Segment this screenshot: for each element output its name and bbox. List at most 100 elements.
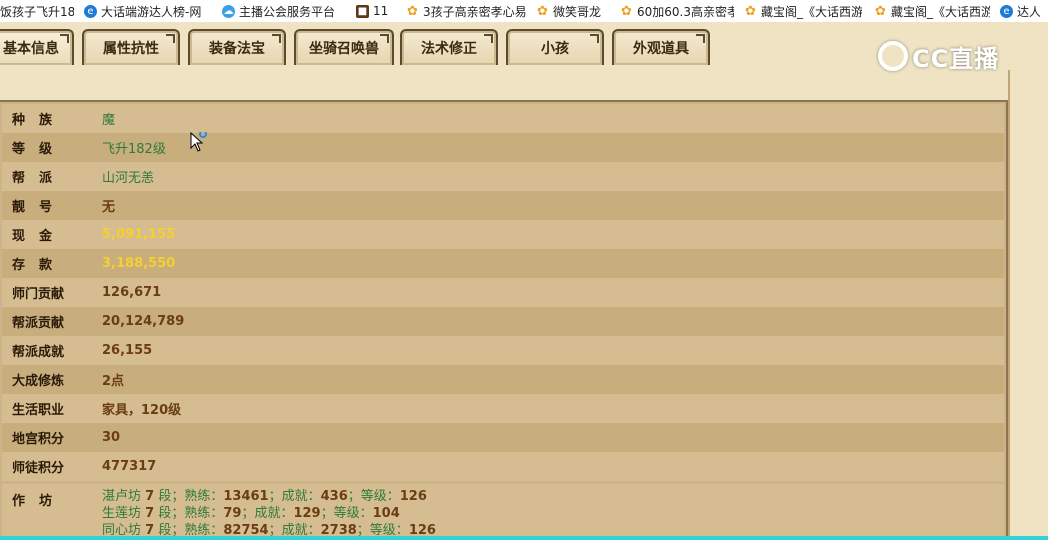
tab-mounts-pets[interactable]: 坐骑召唤兽 [294,29,394,65]
info-label: 帮派 [12,171,67,186]
info-row: 师徒积分 477317 [2,452,1004,481]
bookmark-item[interactable]: 饭孩子飞升18 [0,0,74,22]
info-label: 地宫积分 [12,432,65,447]
info-label: 存款 [12,258,67,273]
bookmark-label: 11 [373,4,389,18]
tab-equipment[interactable]: 装备法宝 [188,29,286,65]
workshop-achievement: 129 [293,506,321,521]
info-row: 帮派贡献 20,124,789 [2,307,1004,336]
browser-e-icon: e [84,4,97,18]
tab-label: 外观道具 [633,41,689,57]
info-row: 现金 5,091,155 [2,220,1004,249]
chick-icon: ✿ [621,3,632,19]
chick-icon: ✿ [407,3,418,19]
tab-attributes[interactable]: 属性抗性 [82,29,180,65]
tab-label: 属性抗性 [103,41,159,57]
info-label: 等级 [12,142,67,157]
info-value: 20,124,789 [102,314,185,329]
workshop-sep: ；成就： [241,506,294,521]
tab-appearance-items[interactable]: 外观道具 [612,29,710,65]
tab-label: 装备法宝 [209,41,265,57]
bookmark-item[interactable]: ✿ 微笑哥龙 [536,0,608,22]
info-row: 生活职业 家具，120级 [2,394,1004,423]
chick-icon: ✿ [537,3,548,19]
bookmark-label: 饭孩子飞升18 [0,4,74,19]
tab-label: 基本信息 [3,41,59,57]
info-row: 地宫积分 30 [2,423,1004,452]
workshop-grade: 126 [399,489,427,504]
info-row: 等级 飞升182级 [2,133,1004,162]
workshop-entry: 生莲坊 7 段；熟练：79；成就：129；等级：104 [102,505,436,522]
bookmark-label: 达人 [1017,4,1040,19]
deposit-value: 3,188,550 [102,256,176,271]
bookmark-label: 微笑哥龙 [553,4,602,19]
workshop-name: 湛卢坊 [102,489,142,504]
workshop-level: 7 [145,489,155,504]
info-label: 靓号 [12,200,67,215]
bookmark-item[interactable]: e 大话端游达人榜-网 [84,0,208,22]
info-label: 大成修炼 [12,374,65,389]
info-value: 2点 [102,374,125,389]
info-label: 种族 [12,113,67,128]
bookmark-label: 藏宝阁_《大话西游 [891,4,990,19]
info-row: 存款 3,188,550 [2,249,1004,278]
workshop-level: 7 [145,506,155,521]
logo-text: CC直播 [912,44,1000,73]
bookmark-label: 藏宝阁_《大话西游 [761,4,862,19]
bookmark-item[interactable]: ☁ 主播公会服务平台 [222,0,344,22]
bookmark-item[interactable]: ✿ 藏宝阁_《大话西游 [874,0,990,22]
info-row: 帮派成就 26,155 [2,336,1004,365]
workshop-list: 湛卢坊 7 段；熟练：13461；成就：436；等级：126 生莲坊 7 段；熟… [102,488,436,539]
info-row: 大成修炼 2点 [2,365,1004,394]
tab-children[interactable]: 小孩 [506,29,604,65]
info-value: 30 [102,430,121,445]
workshop-entry: 湛卢坊 7 段；熟练：13461；成就：436；等级：126 [102,488,436,505]
info-label: 生活职业 [12,403,65,418]
info-label: 师徒积分 [12,461,65,476]
info-row: 帮派 山河无恙 [2,162,1004,191]
bookmark-item[interactable]: ✿ 3孩子高亲密孝心易 [406,0,526,22]
workshop-row: 作坊 湛卢坊 7 段；熟练：13461；成就：436；等级：126 生莲坊 7 … [2,484,1004,540]
game-icon: ■ [356,4,369,18]
bookmark-label: 大话端游达人榜-网 [101,4,202,19]
browser-e-icon: e [1000,4,1013,18]
workshop-achievement: 436 [320,489,348,504]
info-row: 师门贡献 126,671 [2,278,1004,307]
workshop-name: 生莲坊 [102,506,142,521]
chick-icon: ✿ [745,3,756,19]
info-value: 魔 [102,113,116,128]
basic-info-panel: 种族 魔 等级 飞升182级 帮派 山河无恙 靓号 无 现金 5,091,155… [0,100,1008,540]
info-value: 山河无恙 [102,171,155,186]
bookmark-item[interactable]: ✿ 60加60.3高亲密孝 [620,0,734,22]
info-label: 帮派成就 [12,345,65,360]
info-label: 作坊 [12,494,67,509]
bookmark-item[interactable]: ✿ 藏宝阁_《大话西游 [744,0,862,22]
info-value: 飞升182级 [102,142,166,157]
workshop-sep: ；成就： [268,489,321,504]
tab-label: 坐骑召唤兽 [309,41,379,57]
info-label: 师门贡献 [12,287,65,302]
info-value: 家具，120级 [102,403,182,418]
panel-right-border [1008,70,1048,540]
bookmark-item[interactable]: e 达人 [1000,0,1040,22]
workshop-grade: 104 [372,506,400,521]
workshop-sep: 段；熟练： [158,506,224,521]
cc-logo-icon [878,41,908,71]
info-label: 现金 [12,229,67,244]
workshop-proficiency: 79 [223,506,242,521]
bookmark-item[interactable]: ■ 11 [356,0,396,22]
bookmark-label: 60加60.3高亲密孝 [637,4,734,19]
info-value: 26,155 [102,343,153,358]
info-row: 靓号 无 [2,191,1004,220]
info-label: 帮派贡献 [12,316,65,331]
info-row: 种族 魔 [2,104,1004,133]
mouse-cursor-icon [190,132,207,152]
tab-spell-correction[interactable]: 法术修正 [400,29,498,65]
info-value: 无 [102,200,116,215]
workshop-sep: ；等级： [347,489,400,504]
bookmark-label: 3孩子高亲密孝心易 [423,4,526,19]
tab-label: 法术修正 [421,41,477,57]
tab-basic-info[interactable]: 基本信息 [0,29,74,65]
window-bottom-strip [0,536,1048,540]
bookmarks-bar: 饭孩子飞升18 e 大话端游达人榜-网 ☁ 主播公会服务平台 ■ 11 ✿ 3孩… [0,0,1048,23]
